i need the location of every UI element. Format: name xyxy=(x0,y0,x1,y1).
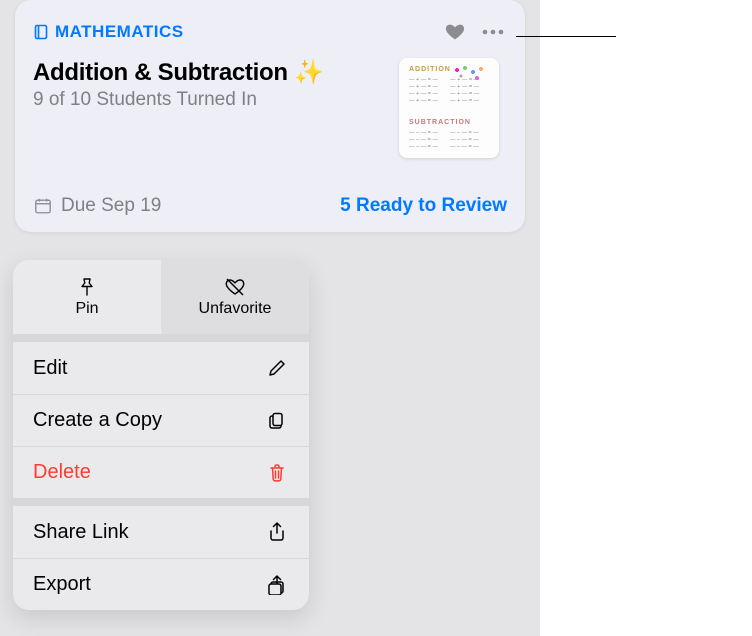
card-header-row: MATHEMATICS xyxy=(33,20,507,44)
unfavorite-action[interactable]: Unfavorite xyxy=(161,260,309,334)
favorite-heart-icon[interactable] xyxy=(443,20,467,44)
card-footer: Due Sep 19 5 Ready to Review xyxy=(15,180,525,232)
due-date: Due Sep 19 xyxy=(33,195,161,217)
pin-action[interactable]: Pin xyxy=(13,260,161,334)
delete-menu-item[interactable]: Delete xyxy=(13,446,309,498)
menu-item-label: Share Link xyxy=(33,521,129,544)
share-icon xyxy=(265,520,289,544)
menu-item-label: Export xyxy=(33,573,91,596)
share-link-menu-item[interactable]: Share Link xyxy=(13,506,309,558)
subject-chip[interactable]: MATHEMATICS xyxy=(33,22,184,42)
menu-item-label: Edit xyxy=(33,357,67,380)
menu-item-label: Delete xyxy=(33,461,91,484)
ready-to-review-link[interactable]: 5 Ready to Review xyxy=(340,195,507,217)
pin-label: Pin xyxy=(75,300,98,318)
menu-separator xyxy=(13,334,309,342)
more-button[interactable] xyxy=(479,20,507,44)
menu-separator xyxy=(13,498,309,506)
book-icon xyxy=(33,24,49,40)
unfavorite-label: Unfavorite xyxy=(199,300,272,318)
calendar-icon xyxy=(33,196,53,216)
menu-header: Pin Unfavorite xyxy=(13,260,309,334)
due-date-label: Due Sep 19 xyxy=(61,195,161,217)
callout-line xyxy=(516,36,616,37)
subject-label: MATHEMATICS xyxy=(55,22,184,42)
app-pane: MATHEMATICS Addition & Subtraction ✨ 9 o… xyxy=(0,0,540,636)
assignment-card[interactable]: MATHEMATICS Addition & Subtraction ✨ 9 o… xyxy=(15,0,525,232)
heart-slash-icon xyxy=(224,276,246,298)
create-copy-menu-item[interactable]: Create a Copy xyxy=(13,394,309,446)
menu-item-label: Create a Copy xyxy=(33,409,162,432)
context-menu: Pin Unfavorite Edit Create a Copy xyxy=(13,260,309,610)
worksheet-thumbnail[interactable]: ADDITION — + — = —— + — = —— + — = —— + … xyxy=(399,58,499,158)
pencil-icon xyxy=(265,356,289,380)
edit-menu-item[interactable]: Edit xyxy=(13,342,309,394)
trash-icon xyxy=(265,461,289,485)
export-menu-item[interactable]: Export xyxy=(13,558,309,610)
pin-icon xyxy=(77,276,97,298)
copy-icon xyxy=(265,409,289,433)
export-icon xyxy=(265,573,289,597)
